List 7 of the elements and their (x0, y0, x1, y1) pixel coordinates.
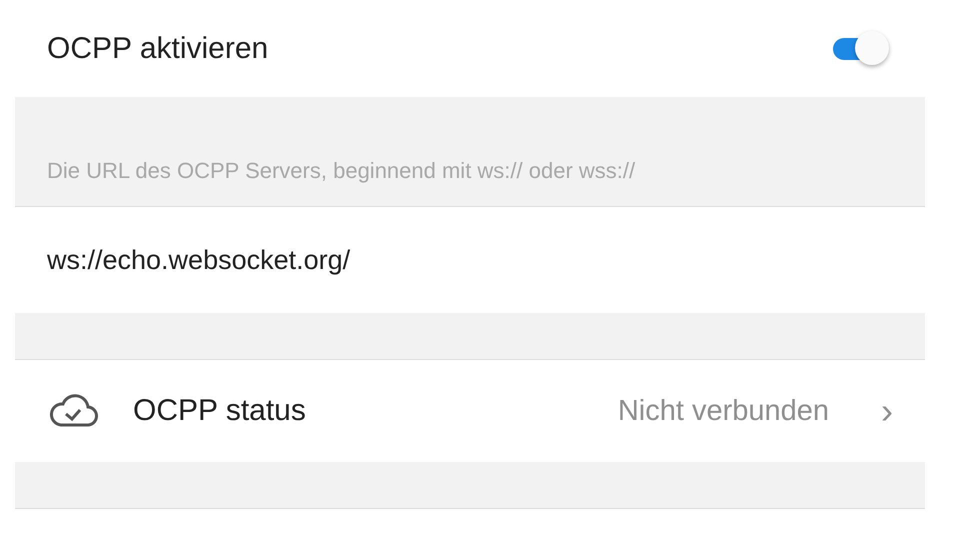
status-value: Nicht verbunden (618, 394, 829, 428)
field-hint: Die URL des OCPP Servers, beginnend mit ws:// oder wss:// (47, 158, 636, 184)
cloud-check-icon (47, 394, 99, 428)
url-field[interactable]: ws://echo.websocket.org/ (47, 244, 893, 276)
status-label: OCPP status (133, 394, 307, 428)
toggle-switch[interactable] (833, 30, 889, 66)
setting-label: OCPP aktivieren (47, 32, 270, 66)
